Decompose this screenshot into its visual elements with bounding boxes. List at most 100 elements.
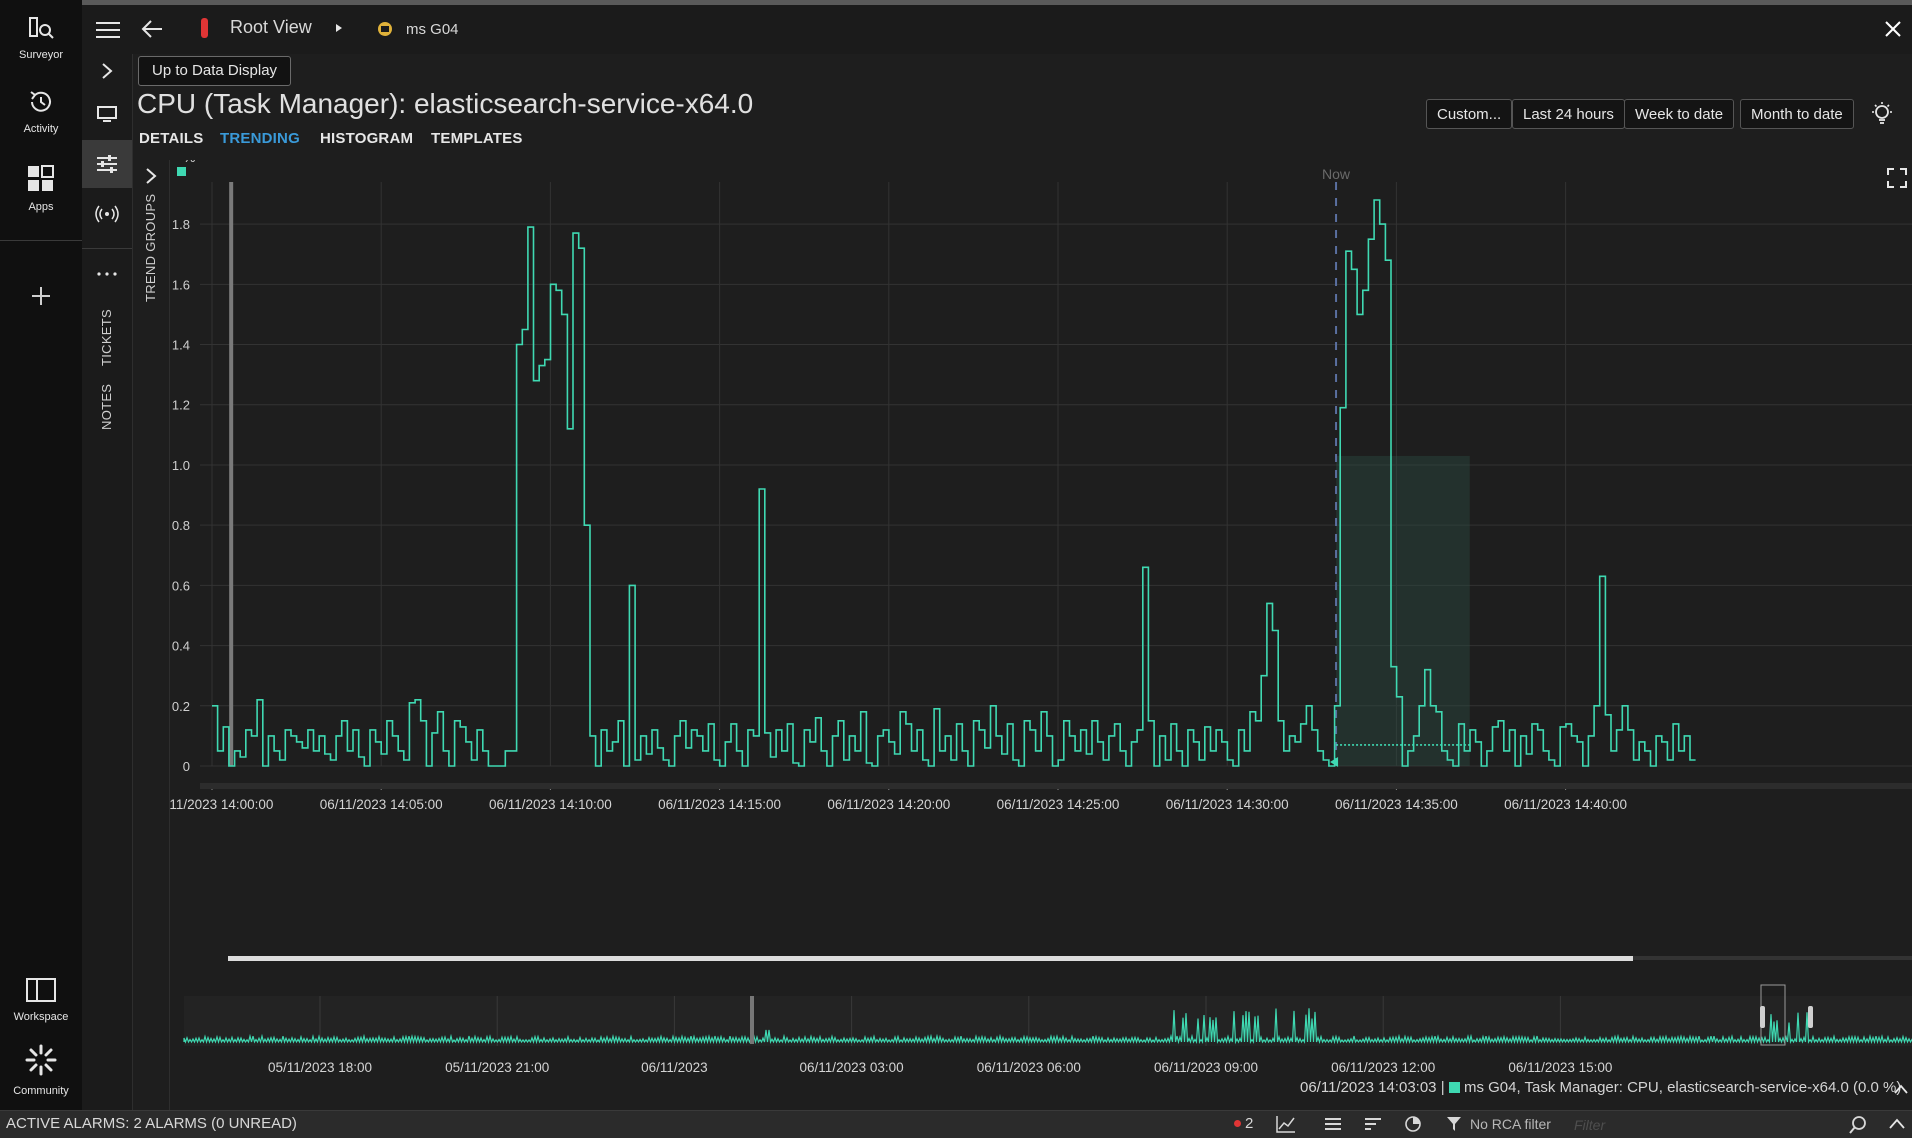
info-swatch: [1448, 1082, 1460, 1093]
tab-templates[interactable]: TEMPLATES: [431, 130, 523, 147]
apps-label: Apps: [28, 201, 54, 213]
overview-right-handle[interactable]: [1808, 1006, 1813, 1028]
y-tick-label: 0: [183, 759, 190, 774]
x-tick-label: 06/11/2023 14:40:00: [1504, 797, 1627, 812]
broadcast-icon[interactable]: [94, 204, 120, 224]
trend-groups-label[interactable]: TREND GROUPS: [143, 194, 158, 302]
info-series-name: ms G04, Task Manager: CPU, elasticsearch…: [1463, 1079, 1849, 1096]
trend-chart[interactable]: Now 0 0.2 0.4 0.6 0.8 1.0 1.2 1.4 1.6 1.8 06/11/2…: [170, 160, 1912, 980]
overview-left-handle[interactable]: [1760, 1006, 1765, 1028]
workspace-label: Workspace: [13, 1011, 69, 1023]
custom-range-button[interactable]: Custom...: [1426, 99, 1513, 129]
activity-icon: [30, 91, 51, 112]
active-alarms-text[interactable]: ACTIVE ALARMS: 2 ALARMS (0 UNREAD): [6, 1115, 297, 1132]
hamburger-menu-icon[interactable]: [94, 19, 122, 41]
close-icon[interactable]: [1884, 20, 1902, 38]
sort-icon[interactable]: [1364, 1116, 1382, 1132]
chart-grid: [200, 182, 1912, 767]
last-24-hours-button[interactable]: Last 24 hours: [1512, 99, 1625, 129]
device-icon: [378, 22, 392, 36]
overview-tick-label: 06/11/2023 12:00: [1331, 1060, 1435, 1074]
y-tick-label: 1.8: [172, 217, 190, 232]
community-label: Community: [13, 1085, 69, 1097]
panel-rail: TICKETS NOTES: [82, 54, 133, 1110]
x-tick-label: 06/11/2023 14:30:00: [1166, 797, 1289, 812]
y-tick-label: 1.0: [172, 458, 190, 473]
collapse-up-icon[interactable]: [1893, 1083, 1909, 1095]
alarm-dot: [1234, 1120, 1241, 1127]
x-tick-label: 06/11/2023 14:00:00: [170, 797, 273, 812]
horizontal-scrollbar-thumb[interactable]: [228, 956, 1633, 961]
more-options-icon[interactable]: [96, 270, 118, 278]
back-arrow-icon[interactable]: [140, 18, 164, 40]
breadcrumb-root-view[interactable]: Root View: [230, 17, 312, 38]
apps-icon: [28, 165, 54, 191]
month-to-date-button[interactable]: Month to date: [1740, 99, 1854, 129]
page-title: CPU (Task Manager): elasticsearch-servic…: [137, 88, 754, 119]
series-info-line: 06/11/2023 14:03:03 | ms G04, Task Manag…: [1300, 1079, 1901, 1096]
x-tick-label: 06/11/2023 14:35:00: [1335, 797, 1458, 812]
workspace-icon: [26, 978, 56, 1002]
up-to-data-display-button[interactable]: Up to Data Display: [138, 56, 292, 86]
filter-input[interactable]: [1572, 1113, 1846, 1137]
tab-histogram[interactable]: HISTOGRAM: [320, 130, 413, 147]
tab-details[interactable]: DETAILS: [139, 130, 203, 147]
activity-button[interactable]: Activity: [0, 88, 82, 135]
apps-button[interactable]: Apps: [0, 164, 82, 213]
series-line: [212, 199, 1696, 767]
rca-filter-label[interactable]: No RCA filter: [1470, 1116, 1551, 1132]
alarm-count[interactable]: 2: [1245, 1115, 1253, 1132]
info-timestamp: 06/11/2023 14:03:03: [1300, 1079, 1437, 1096]
x-tick-label: 06/11/2023 14:10:00: [489, 797, 612, 812]
pie-chart-icon[interactable]: [1404, 1115, 1422, 1133]
panel-divider: [82, 248, 132, 249]
overview-tick-label: 06/11/2023 06:00: [977, 1060, 1081, 1074]
y-tick-label: 0.8: [172, 518, 190, 533]
filter-icon[interactable]: [1446, 1116, 1462, 1132]
tab-trending[interactable]: TRENDING: [220, 130, 300, 147]
overview-tick-label: 05/11/2023 21:00: [445, 1060, 549, 1074]
search-icon[interactable]: [1848, 1115, 1868, 1135]
now-label: Now: [1322, 166, 1351, 182]
trend-groups-expand-icon[interactable]: [144, 166, 158, 186]
lightbulb-icon[interactable]: [1870, 101, 1894, 127]
list-icon[interactable]: [1324, 1116, 1342, 1132]
plus-icon: [32, 287, 50, 305]
y-tick-label: 1.4: [172, 338, 190, 353]
status-collapse-icon[interactable]: [1888, 1117, 1906, 1131]
y-tick-label: 0.2: [172, 699, 190, 714]
workspace-button[interactable]: Workspace: [0, 976, 82, 1023]
settings-sliders-button[interactable]: [82, 140, 132, 188]
overview-x-axis: 05/11/2023 18:00 05/11/2023 21:00 06/11/20…: [268, 1060, 1613, 1074]
community-button[interactable]: Community: [0, 1042, 82, 1097]
x-tick-label: 06/11/2023 14:25:00: [997, 797, 1120, 812]
y-tick-label: 0.6: [172, 578, 190, 593]
fullscreen-icon[interactable]: [1886, 167, 1908, 189]
surveyor-button[interactable]: Surveyor: [0, 14, 82, 61]
overview-tick-label: 06/11/2023 09:00: [1154, 1060, 1258, 1074]
top-bar: Root View ms G04: [82, 0, 1912, 54]
breadcrumb-device[interactable]: ms G04: [406, 21, 459, 38]
x-tick-label: 06/11/2023 14:05:00: [320, 797, 443, 812]
overview-tick-label: 06/11/2023: [641, 1060, 708, 1074]
add-button[interactable]: [0, 284, 82, 313]
series-swatch: [177, 167, 186, 176]
monitor-icon[interactable]: [95, 104, 119, 124]
overview-navigator[interactable]: 05/11/2023 18:00 05/11/2023 21:00 06/11/20…: [170, 982, 1912, 1074]
chart-trend-icon[interactable]: [1276, 1115, 1296, 1133]
overview-tick-label: 05/11/2023 18:00: [268, 1060, 372, 1074]
x-tick-label: 06/11/2023 14:20:00: [827, 797, 950, 812]
surveyor-icon: [29, 17, 54, 39]
y-tick-label: 0.4: [172, 639, 190, 654]
tickets-tab[interactable]: TICKETS: [99, 309, 114, 366]
week-to-date-button[interactable]: Week to date: [1624, 99, 1735, 129]
app-rail: Surveyor Activity Apps Workspace Communi…: [0, 0, 83, 1110]
community-icon: [25, 1044, 57, 1076]
breadcrumb-caret-icon[interactable]: [335, 23, 343, 33]
x-axis: 06/11/2023 14:00:00 06/11/2023 14:05:00 06…: [170, 783, 1912, 812]
overview-tick-label: 06/11/2023 03:00: [800, 1060, 904, 1074]
status-indicator-red: [201, 18, 208, 38]
overview-tick-label: 06/11/2023 15:00: [1508, 1060, 1612, 1074]
expand-chevron-icon[interactable]: [100, 61, 114, 81]
notes-tab[interactable]: NOTES: [99, 384, 114, 430]
